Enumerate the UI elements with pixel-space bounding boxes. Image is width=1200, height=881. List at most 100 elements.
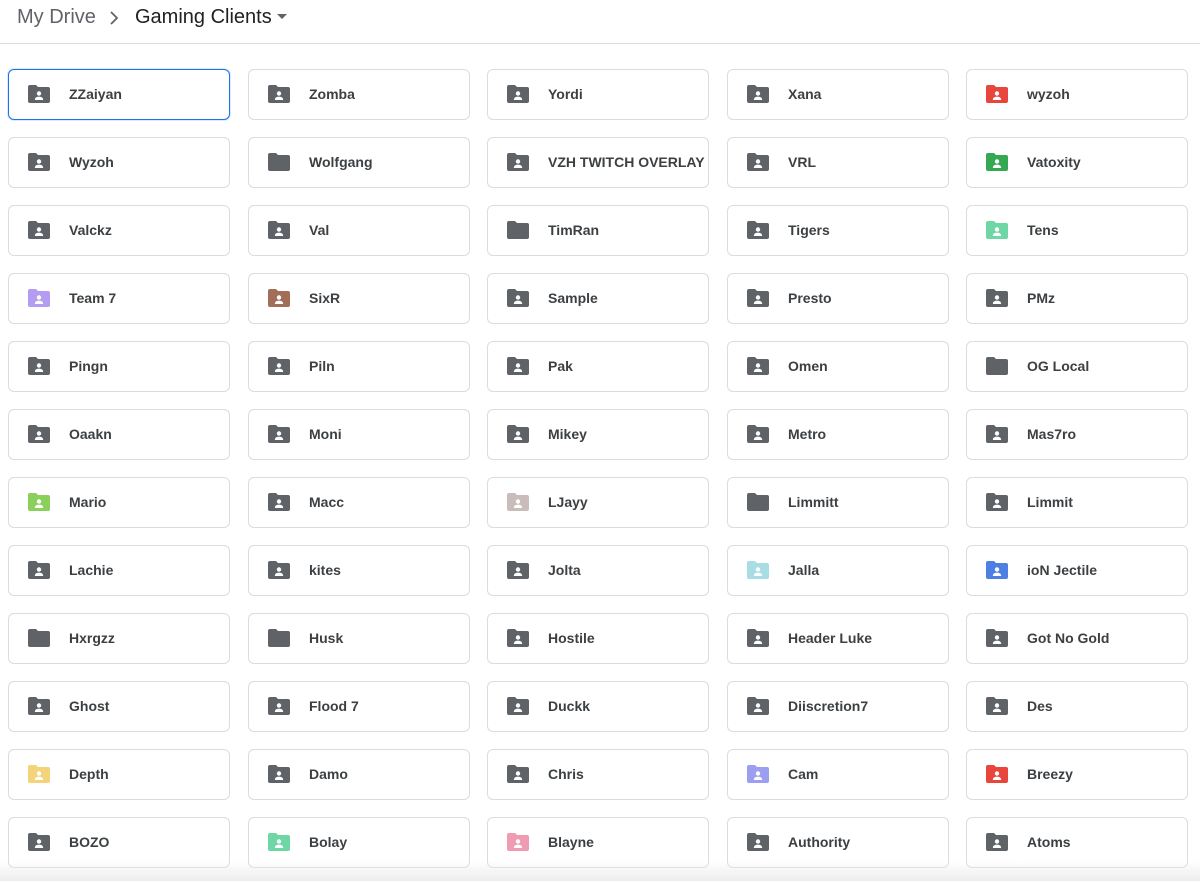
folder-tile[interactable]: Team 7: [8, 273, 230, 324]
folder-name: Depth: [69, 766, 109, 782]
shared-folder-icon: [747, 697, 769, 715]
folder-name: Breezy: [1027, 766, 1073, 782]
folder-tile[interactable]: Depth: [8, 749, 230, 800]
folder-tile[interactable]: Header Luke: [727, 613, 949, 664]
folder-tile[interactable]: Vatoxity: [966, 137, 1188, 188]
shared-folder-icon: [986, 153, 1008, 171]
shared-folder-icon: [507, 425, 529, 443]
folder-name: Husk: [309, 630, 344, 646]
folder-tile[interactable]: Des: [966, 681, 1188, 732]
folder-name: Piln: [309, 358, 335, 374]
folder-tile[interactable]: Xana: [727, 69, 949, 120]
folder-tile[interactable]: Limmit: [966, 477, 1188, 528]
folder-name: Bolay: [309, 834, 348, 850]
folder-tile[interactable]: Pak: [487, 341, 709, 392]
folder-tile[interactable]: Sample: [487, 273, 709, 324]
shared-folder-icon: [28, 765, 50, 783]
folder-tile[interactable]: Moni: [248, 409, 470, 460]
folder-name: Hxrgzz: [69, 630, 115, 646]
folder-tile[interactable]: Macc: [248, 477, 470, 528]
shared-folder-icon: [986, 85, 1008, 103]
folder-tile[interactable]: Mikey: [487, 409, 709, 460]
folder-tile[interactable]: Presto: [727, 273, 949, 324]
folder-tile[interactable]: PMz: [966, 273, 1188, 324]
folder-tile[interactable]: Ghost: [8, 681, 230, 732]
folder-tile[interactable]: OG Local: [966, 341, 1188, 392]
shared-folder-icon: [268, 697, 290, 715]
folder-tile[interactable]: Lachie: [8, 545, 230, 596]
folder-tile[interactable]: Hostile: [487, 613, 709, 664]
folder-tile[interactable]: Pingn: [8, 341, 230, 392]
folder-tile[interactable]: Oaakn: [8, 409, 230, 460]
shared-folder-icon: [28, 85, 50, 103]
folder-tile[interactable]: Flood 7: [248, 681, 470, 732]
folder-name: Lachie: [69, 562, 114, 578]
shared-folder-icon: [747, 561, 769, 579]
folder-tile[interactable]: Got No Gold: [966, 613, 1188, 664]
folder-tile[interactable]: TimRan: [487, 205, 709, 256]
folder-tile[interactable]: Diiscretion7: [727, 681, 949, 732]
folder-name: PMz: [1027, 290, 1055, 306]
folder-tile[interactable]: VZH TWITCH OVERLAY: [487, 137, 709, 188]
folder-name: Sample: [548, 290, 598, 306]
folder-tile[interactable]: Omen: [727, 341, 949, 392]
folder-tile[interactable]: Zomba: [248, 69, 470, 120]
folder-tile[interactable]: ioN Jectile: [966, 545, 1188, 596]
folder-tile[interactable]: Blayne: [487, 817, 709, 868]
folder-tile[interactable]: wyzoh: [966, 69, 1188, 120]
folder-tile[interactable]: Bolay: [248, 817, 470, 868]
folder-tile[interactable]: Mas7ro: [966, 409, 1188, 460]
folder-tile[interactable]: VRL: [727, 137, 949, 188]
shared-folder-icon: [507, 85, 529, 103]
folder-tile[interactable]: Tigers: [727, 205, 949, 256]
folder-tile[interactable]: Authority: [727, 817, 949, 868]
shared-folder-icon: [507, 493, 529, 511]
folder-name: Hostile: [548, 630, 595, 646]
folder-tile[interactable]: SixR: [248, 273, 470, 324]
shared-folder-icon: [747, 765, 769, 783]
folder-name: Tigers: [788, 222, 830, 238]
shared-folder-icon: [507, 765, 529, 783]
folder-tile[interactable]: Val: [248, 205, 470, 256]
folder-tile[interactable]: LJayy: [487, 477, 709, 528]
folder-tile[interactable]: Limmitt: [727, 477, 949, 528]
folder-tile[interactable]: kites: [248, 545, 470, 596]
folder-tile[interactable]: Jolta: [487, 545, 709, 596]
folder-tile[interactable]: Tens: [966, 205, 1188, 256]
folder-tile[interactable]: Piln: [248, 341, 470, 392]
folder-tile[interactable]: Mario: [8, 477, 230, 528]
shared-folder-icon: [747, 357, 769, 375]
folder-tile[interactable]: Wolfgang: [248, 137, 470, 188]
folder-tile[interactable]: Duckk: [487, 681, 709, 732]
folder-tile[interactable]: ZZaiyan: [8, 69, 230, 120]
folder-name: TimRan: [548, 222, 600, 238]
shared-folder-icon: [268, 357, 290, 375]
folder-tile[interactable]: Breezy: [966, 749, 1188, 800]
folder-tile[interactable]: Husk: [248, 613, 470, 664]
folder-name: Duckk: [548, 698, 591, 714]
shared-folder-icon: [268, 289, 290, 307]
folder-tile[interactable]: Cam: [727, 749, 949, 800]
folder-name: Oaakn: [69, 426, 112, 442]
folder-tile[interactable]: Wyzoh: [8, 137, 230, 188]
shared-folder-icon: [507, 289, 529, 307]
shared-folder-icon: [986, 221, 1008, 239]
folder-name: Yordi: [548, 86, 583, 102]
folder-tile[interactable]: Yordi: [487, 69, 709, 120]
folder-tile[interactable]: Atoms: [966, 817, 1188, 868]
folder-tile[interactable]: Chris: [487, 749, 709, 800]
shared-folder-icon: [986, 697, 1008, 715]
folder-name: Atoms: [1027, 834, 1071, 850]
folder-tile[interactable]: Jalla: [727, 545, 949, 596]
folder-name: OG Local: [1027, 358, 1090, 374]
folder-tile[interactable]: Hxrgzz: [8, 613, 230, 664]
shared-folder-icon: [28, 357, 50, 375]
folder-name: Cam: [788, 766, 819, 782]
folder-tile[interactable]: Damo: [248, 749, 470, 800]
folder-icon: [986, 357, 1008, 375]
folder-name: VZH TWITCH OVERLAY: [548, 154, 705, 170]
folder-tile[interactable]: Metro: [727, 409, 949, 460]
folder-tile[interactable]: Valckz: [8, 205, 230, 256]
folder-tile[interactable]: BOZO: [8, 817, 230, 868]
folder-name: Mas7ro: [1027, 426, 1077, 442]
